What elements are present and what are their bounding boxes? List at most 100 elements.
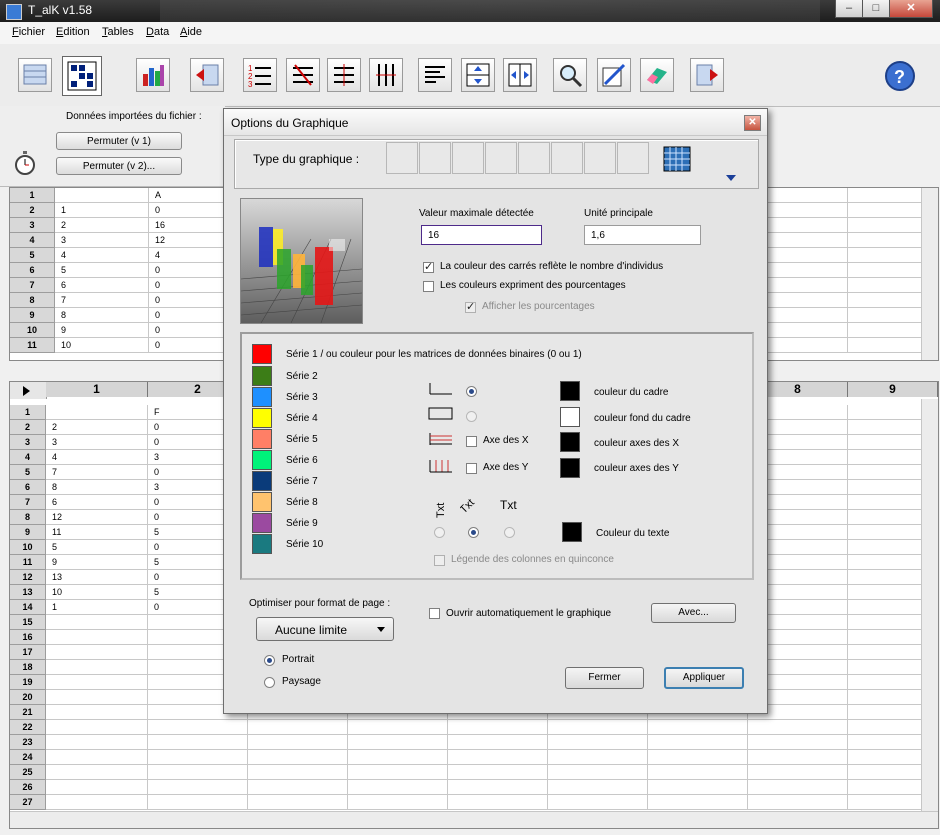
- table-cell[interactable]: [348, 765, 448, 780]
- row-header[interactable]: 11: [10, 555, 46, 570]
- table-cell[interactable]: [848, 495, 922, 510]
- menu-edition[interactable]: Edition: [56, 26, 90, 38]
- table-cell[interactable]: [248, 720, 348, 735]
- menu-aide[interactable]: Aide: [180, 26, 202, 38]
- table-cell[interactable]: [148, 765, 248, 780]
- series-6-color-swatch[interactable]: [252, 450, 272, 470]
- series-5-color-swatch[interactable]: [252, 429, 272, 449]
- table-cell[interactable]: [348, 735, 448, 750]
- permute-v1-button[interactable]: Permuter (v 1): [56, 132, 182, 150]
- row-header[interactable]: 6: [10, 480, 46, 495]
- table-cell[interactable]: [848, 630, 922, 645]
- table-cell[interactable]: 2: [46, 420, 148, 435]
- table-cell[interactable]: 6: [55, 278, 149, 293]
- auto-open-checkbox[interactable]: [429, 608, 440, 619]
- table-cell[interactable]: [648, 795, 748, 810]
- filter-button[interactable]: [327, 58, 361, 92]
- unit-field[interactable]: 1,6: [584, 225, 701, 245]
- bar-chart-button[interactable]: [136, 58, 170, 92]
- table-cell[interactable]: [748, 720, 848, 735]
- paysage-radio[interactable]: [264, 677, 275, 688]
- table-cell[interactable]: 2: [55, 218, 149, 233]
- table-cell[interactable]: 11: [46, 525, 148, 540]
- top-vertical-scrollbar[interactable]: [921, 188, 938, 360]
- help-button[interactable]: ?: [884, 60, 916, 92]
- row-header[interactable]: 26: [10, 780, 46, 795]
- split-rows-button[interactable]: [461, 58, 495, 92]
- bottom-horizontal-scrollbar[interactable]: [10, 811, 938, 828]
- row-header[interactable]: 17: [10, 645, 46, 660]
- table-cell[interactable]: [848, 765, 922, 780]
- table-cell[interactable]: [848, 735, 922, 750]
- split-cols-button[interactable]: [503, 58, 537, 92]
- chart-type-option-4[interactable]: [485, 142, 517, 174]
- table-cell[interactable]: [848, 510, 922, 525]
- table-cell[interactable]: [448, 780, 548, 795]
- table-cell[interactable]: [848, 750, 922, 765]
- table-cell[interactable]: 9: [55, 323, 149, 338]
- table-cell[interactable]: [848, 480, 922, 495]
- table-cell[interactable]: [848, 615, 922, 630]
- table-cell[interactable]: [548, 795, 648, 810]
- table-cell[interactable]: 8: [55, 308, 149, 323]
- col-header-9[interactable]: 9: [848, 382, 938, 397]
- table-cell[interactable]: [748, 750, 848, 765]
- table-cell[interactable]: [848, 600, 922, 615]
- table-cell[interactable]: [848, 450, 922, 465]
- table-cell[interactable]: [46, 675, 148, 690]
- text-horizontal-radio[interactable]: [504, 527, 515, 538]
- row-header[interactable]: 5: [10, 248, 55, 263]
- chart-type-option-2[interactable]: [419, 142, 451, 174]
- table-cell[interactable]: 4: [46, 450, 148, 465]
- maximize-button[interactable]: □: [862, 0, 890, 18]
- export-button[interactable]: [690, 58, 724, 92]
- permute-v2-button[interactable]: Permuter (v 2)...: [56, 157, 182, 175]
- table-cell[interactable]: [448, 720, 548, 735]
- table-cell[interactable]: [248, 750, 348, 765]
- import-button[interactable]: [190, 58, 224, 92]
- squares-color-checkbox[interactable]: [423, 260, 434, 273]
- table-cell[interactable]: [46, 660, 148, 675]
- table-cell[interactable]: [46, 705, 148, 720]
- table-cell[interactable]: [648, 780, 748, 795]
- table-cell[interactable]: 8: [46, 480, 148, 495]
- row-header[interactable]: 12: [10, 570, 46, 585]
- grid-corner-arrow[interactable]: [10, 382, 47, 399]
- table-cell[interactable]: [648, 735, 748, 750]
- dialog-close-button[interactable]: ✕: [744, 115, 761, 131]
- table-cell[interactable]: [648, 765, 748, 780]
- sort-button[interactable]: 123: [243, 58, 277, 92]
- chart-type-option-8[interactable]: [617, 142, 649, 174]
- row-header[interactable]: 25: [10, 765, 46, 780]
- chart-type-option-5[interactable]: [518, 142, 550, 174]
- series-3-color-swatch[interactable]: [252, 387, 272, 407]
- table-cell[interactable]: 1: [46, 600, 148, 615]
- table-cell[interactable]: [848, 780, 922, 795]
- table-cell[interactable]: [848, 720, 922, 735]
- table-cell[interactable]: [46, 630, 148, 645]
- row-header[interactable]: 3: [10, 218, 55, 233]
- frame-box-radio[interactable]: [466, 411, 477, 422]
- row-header[interactable]: 24: [10, 750, 46, 765]
- minimize-button[interactable]: –: [835, 0, 863, 18]
- x-axis-color-swatch[interactable]: [560, 432, 580, 452]
- row-header[interactable]: 9: [10, 308, 55, 323]
- y-axis-color-swatch[interactable]: [560, 458, 580, 478]
- table-cell[interactable]: [848, 675, 922, 690]
- table-cell[interactable]: [148, 795, 248, 810]
- table-cell[interactable]: [848, 540, 922, 555]
- table-cell[interactable]: [46, 765, 148, 780]
- text-diagonal-radio[interactable]: [468, 527, 479, 538]
- row-header[interactable]: 4: [10, 450, 46, 465]
- table-cell[interactable]: [848, 465, 922, 480]
- row-header[interactable]: 14: [10, 600, 46, 615]
- table-cell[interactable]: 13: [46, 570, 148, 585]
- table-cell[interactable]: 7: [46, 465, 148, 480]
- table-cell[interactable]: 4: [55, 248, 149, 263]
- x-axis-checkbox[interactable]: [466, 436, 477, 447]
- data-view-button[interactable]: [18, 58, 52, 92]
- eraser-button[interactable]: [640, 58, 674, 92]
- table-cell[interactable]: [848, 585, 922, 600]
- row-header[interactable]: 13: [10, 585, 46, 600]
- table-cell[interactable]: 9: [46, 555, 148, 570]
